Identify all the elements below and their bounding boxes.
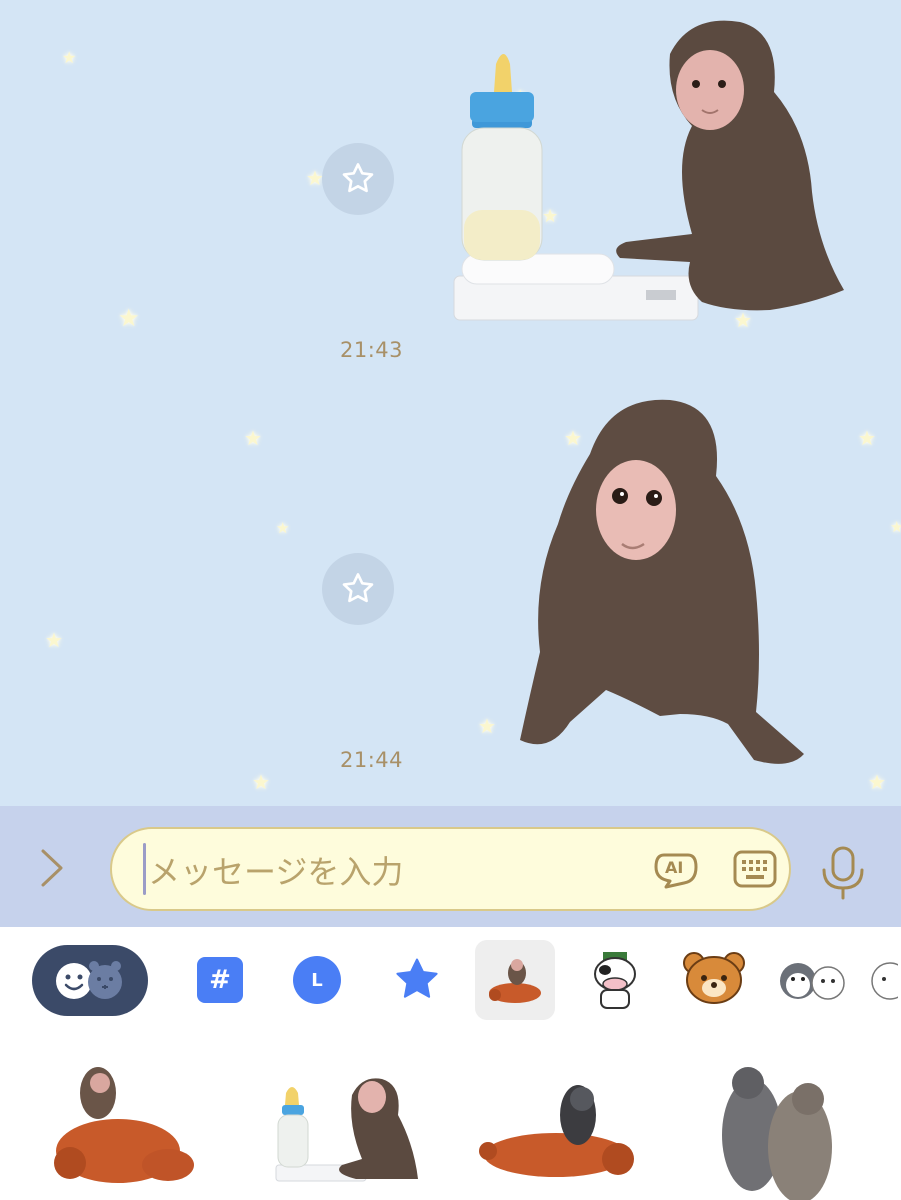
text-caret [143, 843, 146, 895]
background-star-icon: ★ [118, 304, 140, 332]
sticker-item[interactable] [712, 1055, 892, 1200]
monkey-bottle-sticker[interactable] [440, 14, 860, 326]
tab-penguin-pack[interactable] [772, 940, 852, 1020]
partial-sticker-thumbnail [871, 962, 898, 1000]
star-outline-icon [342, 573, 374, 603]
hashtag-label: # [209, 965, 231, 995]
background-star-icon: ★ [62, 48, 77, 67]
background-star-icon: ★ [478, 714, 496, 738]
message-time: 21:44 [340, 748, 404, 772]
tab-favorites[interactable] [377, 940, 457, 1020]
tab-more-pack[interactable] [862, 940, 901, 1020]
voice-input-button[interactable] [818, 844, 868, 902]
sticker-item[interactable] [272, 1055, 452, 1200]
background-star-icon: ★ [858, 426, 876, 450]
monkey-on-plush-sticker [54, 1067, 194, 1183]
message-input-field[interactable]: メッセージを入力 AI [110, 827, 791, 911]
two-monkeys-grooming-sticker [722, 1067, 832, 1200]
chevron-right-icon [41, 849, 63, 887]
baby-monkey-sticker[interactable] [510, 394, 810, 784]
chat-area: ★ ★ ★ ★ ★ ★ ★ ★ ★ ★ ★ ★ ★ ★ ★ 21:43 21:4… [0, 0, 901, 806]
emoji-sticker-toggle[interactable] [32, 945, 148, 1016]
keyboard-button[interactable] [732, 849, 778, 889]
sticker-grid [0, 1035, 901, 1200]
background-star-icon: ★ [252, 770, 270, 794]
recent-clock-icon: L [293, 956, 341, 1004]
bear-sticker-thumbnail [683, 952, 745, 1004]
recent-label: L [311, 969, 323, 991]
sticker-item[interactable] [48, 1055, 228, 1200]
emoji-face-icon [56, 961, 122, 999]
background-star-icon: ★ [244, 426, 262, 450]
message-placeholder: メッセージを入力 [148, 853, 404, 891]
monkey-on-orangutan-sticker [479, 1085, 634, 1177]
monkey-sticker-thumbnail [489, 959, 541, 1003]
ai-label: AI [665, 858, 684, 877]
ai-button[interactable]: AI [652, 849, 700, 891]
tab-cow-pack[interactable] [575, 940, 655, 1020]
background-star-icon: ★ [45, 628, 63, 652]
message-time: 21:43 [340, 338, 404, 362]
background-star-icon: ★ [890, 518, 901, 536]
star-outline-icon [342, 163, 374, 193]
star-icon [396, 958, 438, 998]
tab-bear-pack[interactable] [674, 940, 754, 1020]
tab-monkey-pack[interactable] [475, 940, 555, 1020]
microphone-icon [822, 846, 864, 900]
background-star-icon: ★ [868, 770, 886, 794]
sticker-item[interactable] [478, 1055, 658, 1200]
keyboard-icon [733, 850, 777, 888]
penguin-sticker-thumbnail [780, 963, 845, 1000]
cow-sticker-thumbnail [594, 952, 636, 1009]
monkey-bottle-sticker-thumbnail [275, 1078, 418, 1182]
favorite-sticker-button[interactable] [322, 143, 394, 215]
background-star-icon: ★ [276, 519, 290, 537]
tab-hashtag[interactable]: # [180, 940, 260, 1020]
tab-recent[interactable]: L [277, 940, 357, 1020]
favorite-sticker-button[interactable] [322, 553, 394, 625]
message-input-bar: メッセージを入力 AI [0, 806, 901, 927]
hashtag-icon: # [197, 957, 243, 1003]
sticker-tab-bar: # L [0, 927, 901, 1035]
expand-menu-button[interactable] [30, 846, 74, 890]
